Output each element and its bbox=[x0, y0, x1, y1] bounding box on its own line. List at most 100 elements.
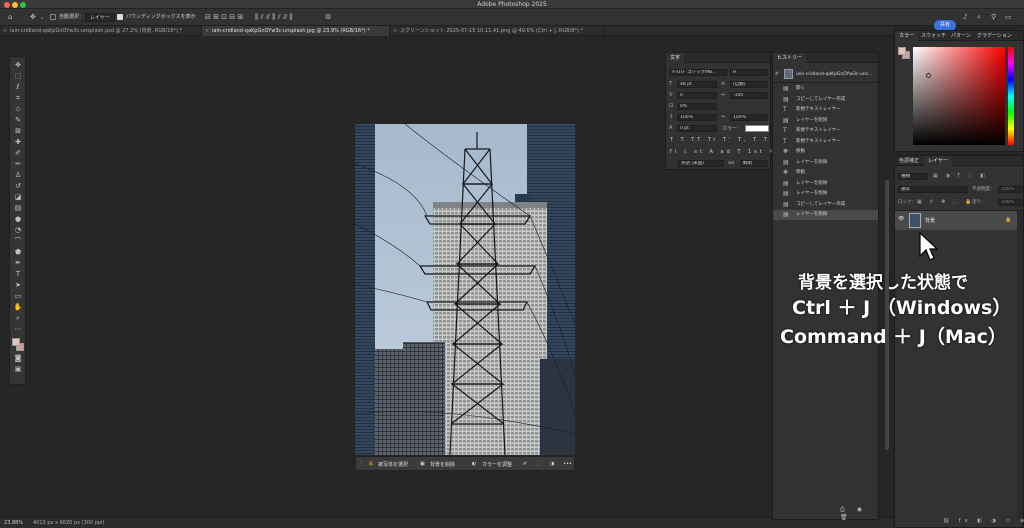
tab-gradients[interactable]: グラデーション bbox=[973, 31, 1016, 41]
list-item[interactable]: ▤ レイヤーを削除 bbox=[773, 210, 878, 220]
select-subject-button[interactable]: 被写体を選択 bbox=[378, 461, 408, 468]
zoom-level[interactable]: 23.88% bbox=[4, 520, 23, 526]
list-item[interactable]: ▤ コピーしてレイヤー作成 bbox=[783, 200, 877, 210]
tab-psd[interactable]: × iain-cridland-qaKpGnOYw3c-unsplash.psd … bbox=[0, 26, 202, 36]
auto-select-target-dropdown[interactable]: レイヤー bbox=[85, 13, 115, 22]
move-tool-icon[interactable]: ✥ bbox=[30, 14, 36, 21]
dodge-icon[interactable]: ◔ bbox=[13, 226, 23, 235]
layer-filter-icons[interactable]: ▦ ◑ T ⬚ ◧ bbox=[933, 173, 988, 179]
horizontal-scale-field[interactable]: 100% bbox=[730, 114, 768, 121]
crop-tool-icon[interactable]: ⌗ bbox=[13, 94, 23, 103]
tsume-field[interactable]: 0% bbox=[677, 103, 717, 110]
lasso-tool-icon[interactable]: ⌒ bbox=[13, 237, 23, 246]
list-item[interactable]: ▤ レイヤーを削除 bbox=[783, 116, 877, 126]
hue-slider[interactable] bbox=[1008, 47, 1014, 145]
zoom-tool-icon[interactable]: ⌕ bbox=[13, 314, 23, 323]
history-footer-icons[interactable]: ⎙ ◉ 🗑 bbox=[840, 506, 880, 521]
tab-jpg[interactable]: × iain-cridland-qaKpGnOYw3c-unsplash.jpg … bbox=[202, 26, 390, 36]
snapshot-label[interactable]: iain-cridland-qaKpGnOYw3c-uns... bbox=[796, 72, 872, 77]
adjust-color-button[interactable]: カラーを調整 bbox=[482, 461, 512, 468]
marquee-tool-icon[interactable]: ⬚ bbox=[13, 72, 23, 81]
pencil-icon[interactable]: ✏ bbox=[13, 160, 23, 169]
chevron-down-icon[interactable]: ⌄ bbox=[40, 15, 44, 22]
settings-icon[interactable]: ⚙ bbox=[325, 14, 331, 21]
shape-tool-icon[interactable]: ▭ bbox=[13, 292, 23, 301]
text-tool-icon[interactable]: T bbox=[13, 270, 23, 279]
move-tool-icon[interactable]: ✥ bbox=[13, 61, 23, 70]
layer-row[interactable]: 👁 背景 🔒 bbox=[895, 211, 1017, 230]
foreground-color-swatch[interactable] bbox=[898, 47, 906, 55]
tab-history[interactable]: ヒストリー bbox=[773, 53, 807, 63]
panel-scrollbar[interactable] bbox=[885, 180, 889, 450]
distribute-icons[interactable]: ⫼ ⫽ ⫻ ⫼ ⫽ ⫻ ⫼ bbox=[255, 14, 293, 21]
hand-tool-icon[interactable]: ✋ bbox=[13, 303, 23, 312]
drag-handle-icon[interactable]: ⋮ bbox=[358, 460, 363, 466]
language-field[interactable]: 英語 (米国) bbox=[678, 160, 724, 167]
pen-tool-icon[interactable]: ✒ bbox=[13, 259, 23, 268]
close-tab-icon[interactable]: × bbox=[393, 26, 397, 36]
color-picker-cursor[interactable] bbox=[926, 73, 931, 78]
workspace-icon[interactable]: ▭ bbox=[1005, 14, 1012, 21]
text-style-buttons[interactable]: T T TT Tr T' T, T T bbox=[670, 137, 770, 143]
tab-patterns[interactable]: パターン bbox=[947, 31, 975, 41]
gradient-icon[interactable]: ▤ bbox=[13, 204, 23, 213]
lock-icons[interactable]: ▦ ✐ ✥ ⬚ 🔒 bbox=[917, 199, 974, 205]
discover-icon[interactable]: ⚲ bbox=[991, 14, 996, 21]
visibility-eye-icon[interactable]: 👁 bbox=[898, 216, 904, 222]
brush-icon[interactable]: ✐ bbox=[523, 461, 527, 467]
blur-icon[interactable]: ● bbox=[13, 215, 23, 224]
more-options-icon[interactable]: ••• bbox=[563, 461, 572, 467]
fill-field[interactable]: 100% bbox=[998, 199, 1022, 206]
list-item[interactable]: ▤ レイヤーを削除 bbox=[783, 189, 877, 199]
tab-character[interactable]: 文字 bbox=[666, 53, 685, 63]
font-size-field[interactable]: 48 pt bbox=[677, 81, 717, 88]
baseline-shift-field[interactable]: 0 pt bbox=[677, 125, 717, 132]
font-family-field[interactable]: A-OTF ゴシックMB... bbox=[669, 69, 727, 76]
foreground-color-swatch[interactable] bbox=[12, 338, 20, 346]
list-item[interactable]: ▤ コピーしてレイヤー作成 bbox=[783, 95, 877, 105]
clone-stamp-icon[interactable]: ♙ bbox=[13, 171, 23, 180]
list-item[interactable]: ✥ 移動 bbox=[783, 168, 877, 178]
eraser-icon[interactable]: ◪ bbox=[13, 193, 23, 202]
list-item[interactable]: ▤ レイヤーを削除 bbox=[783, 179, 877, 189]
path-select-icon[interactable]: ➤ bbox=[13, 281, 23, 290]
notification-bell-icon[interactable]: ♪ bbox=[963, 14, 967, 21]
remove-background-button[interactable]: 背景を削除 bbox=[430, 461, 455, 468]
list-item[interactable]: T 新規テキストレイヤー bbox=[783, 137, 877, 147]
spot-healing-icon[interactable]: ✚ bbox=[13, 138, 23, 147]
more-tools-icon[interactable]: ⋯ bbox=[13, 325, 23, 334]
text-color-swatch[interactable] bbox=[745, 125, 769, 132]
list-item[interactable]: ✥ 移動 bbox=[783, 147, 877, 157]
layer-filter-kind[interactable]: 種類 bbox=[898, 173, 928, 180]
scrollbar[interactable] bbox=[1017, 211, 1023, 521]
tab-screenshot[interactable]: × スクリーンショット 2025-07-15 10.11.41.png @ 49.… bbox=[390, 26, 605, 36]
history-brush-source-icon[interactable]: ✐ bbox=[775, 71, 779, 77]
vertical-scale-field[interactable]: 100% bbox=[677, 114, 717, 121]
auto-select-checkbox[interactable] bbox=[50, 14, 56, 20]
close-tab-icon[interactable]: × bbox=[205, 26, 209, 36]
font-style-field[interactable]: H bbox=[730, 69, 768, 76]
adjustment-icon[interactable]: ◑ bbox=[550, 461, 554, 467]
blend-mode-dropdown[interactable]: 通常 bbox=[898, 186, 968, 193]
home-icon[interactable]: ⌂ bbox=[8, 14, 12, 21]
document-photo[interactable] bbox=[355, 124, 575, 455]
color-field[interactable] bbox=[913, 47, 1005, 145]
anti-alias-field[interactable]: 鮮明 bbox=[740, 160, 768, 167]
leading-field[interactable]: (自動) bbox=[730, 81, 768, 88]
close-tab-icon[interactable]: × bbox=[3, 26, 7, 36]
quick-mask-icon[interactable]: ◙ bbox=[13, 354, 23, 363]
document-info[interactable]: 4013 px x 6020 px (300 ppi) bbox=[33, 520, 104, 526]
layer-name[interactable]: 背景 bbox=[925, 217, 935, 224]
tab-color[interactable]: カラー bbox=[895, 31, 919, 41]
list-item[interactable]: T 新規テキストレイヤー bbox=[783, 105, 877, 115]
align-icons[interactable]: ⊟ ⊞ ⊡ ⊟ ⊞ bbox=[205, 14, 243, 21]
transform-icon[interactable]: ⬚ bbox=[536, 461, 541, 467]
list-item[interactable]: ▤ 開く bbox=[783, 84, 877, 94]
list-item[interactable]: ▤ レイヤーを削除 bbox=[783, 158, 877, 168]
opacity-field[interactable]: 100% bbox=[998, 186, 1022, 193]
tab-adjustments[interactable]: 色調補正 bbox=[895, 156, 923, 166]
patch-tool-icon[interactable]: ⬟ bbox=[13, 248, 23, 257]
list-item[interactable]: T 新規テキストレイヤー bbox=[783, 126, 877, 136]
tracking-field[interactable]: -100 bbox=[730, 92, 768, 99]
screen-mode-icon[interactable]: ▣ bbox=[13, 365, 23, 374]
